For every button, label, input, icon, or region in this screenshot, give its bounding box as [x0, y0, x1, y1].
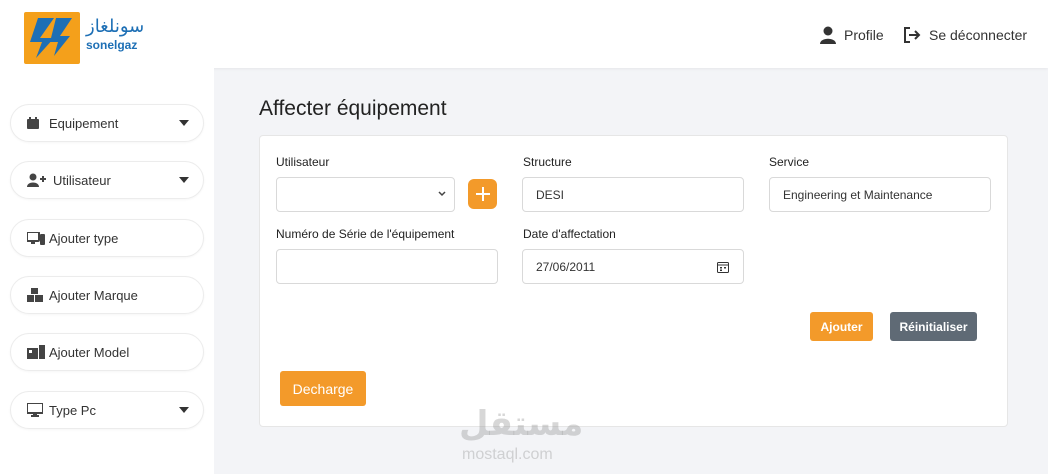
sonelgaz-logo[interactable]	[24, 12, 80, 64]
sidebar-item-ajouter-type[interactable]: Ajouter type	[10, 219, 204, 257]
sidebar-item-utilisateur[interactable]: Utilisateur	[10, 161, 204, 199]
logout-link[interactable]: Se déconnecter	[903, 24, 1027, 46]
structure-value: DESI	[536, 187, 565, 202]
chevron-down-icon	[179, 407, 189, 413]
sidebar-item-label: Type Pc	[49, 402, 96, 418]
plus-icon	[475, 187, 490, 201]
sidebar-item-label: Equipement	[49, 115, 119, 131]
watermark-arabic: مستقل	[459, 404, 584, 444]
service-input[interactable]: Engineering et Maintenance	[769, 177, 991, 212]
date-value: 27/06/2011	[536, 259, 596, 274]
utilisateur-label: Utilisateur	[276, 155, 330, 169]
service-label: Service	[769, 155, 810, 169]
logo-mark-icon	[30, 18, 72, 58]
user-icon	[820, 26, 836, 44]
desktop-icon	[27, 403, 49, 417]
calendar-icon[interactable]	[717, 261, 729, 273]
logo-arabic-text: سونلغاز	[86, 16, 145, 37]
sidebar-item-type-pc[interactable]: Type Pc	[10, 391, 204, 429]
sidebar: Equipement Utilisateur Ajouter type Ajou…	[0, 68, 214, 474]
sidebar-item-ajouter-marque[interactable]: Ajouter Marque	[10, 276, 204, 314]
logo-latin-text: sonelgaz	[86, 38, 138, 52]
service-value: Engineering et Maintenance	[783, 187, 933, 202]
boxes-icon	[27, 288, 49, 302]
model-icon	[27, 345, 49, 359]
chevron-down-icon	[179, 177, 189, 183]
profile-label: Profile	[844, 27, 884, 43]
sidebar-item-label: Ajouter type	[49, 230, 119, 246]
devices-icon	[27, 231, 49, 245]
logout-label: Se déconnecter	[929, 27, 1028, 43]
chevron-down-icon	[179, 120, 189, 126]
structure-input[interactable]: DESI	[522, 177, 744, 212]
sidebar-item-label: Ajouter Model	[49, 344, 130, 360]
logout-icon	[904, 27, 921, 43]
calendar-icon	[27, 117, 49, 129]
sidebar-item-label: Utilisateur	[53, 172, 111, 188]
sidebar-item-ajouter-model[interactable]: Ajouter Model	[10, 333, 204, 371]
structure-label: Structure	[523, 155, 572, 169]
decharge-button[interactable]: Decharge	[280, 371, 366, 406]
add-user-button[interactable]	[468, 179, 497, 209]
sidebar-item-label: Ajouter Marque	[49, 287, 138, 303]
date-label: Date d'affectation	[523, 227, 616, 241]
utilisateur-select[interactable]	[276, 177, 455, 212]
profile-link[interactable]: Profile	[820, 24, 884, 46]
top-bar: سونلغاز sonelgaz Profile Se déconnecter	[0, 0, 1048, 68]
watermark-latin: mostaql.com	[462, 446, 553, 463]
ajouter-button[interactable]: Ajouter	[810, 312, 873, 341]
date-input[interactable]: 27/06/2011	[522, 249, 744, 284]
serie-input[interactable]	[276, 249, 498, 284]
user-plus-icon	[27, 173, 53, 187]
chevron-down-icon	[438, 191, 446, 197]
serie-label: Numéro de Série de l'équipement	[276, 227, 455, 241]
reset-button[interactable]: Réinitialiser	[890, 312, 977, 341]
sidebar-item-equipement[interactable]: Equipement	[10, 104, 204, 142]
page-title: Affecter équipement	[259, 97, 447, 120]
